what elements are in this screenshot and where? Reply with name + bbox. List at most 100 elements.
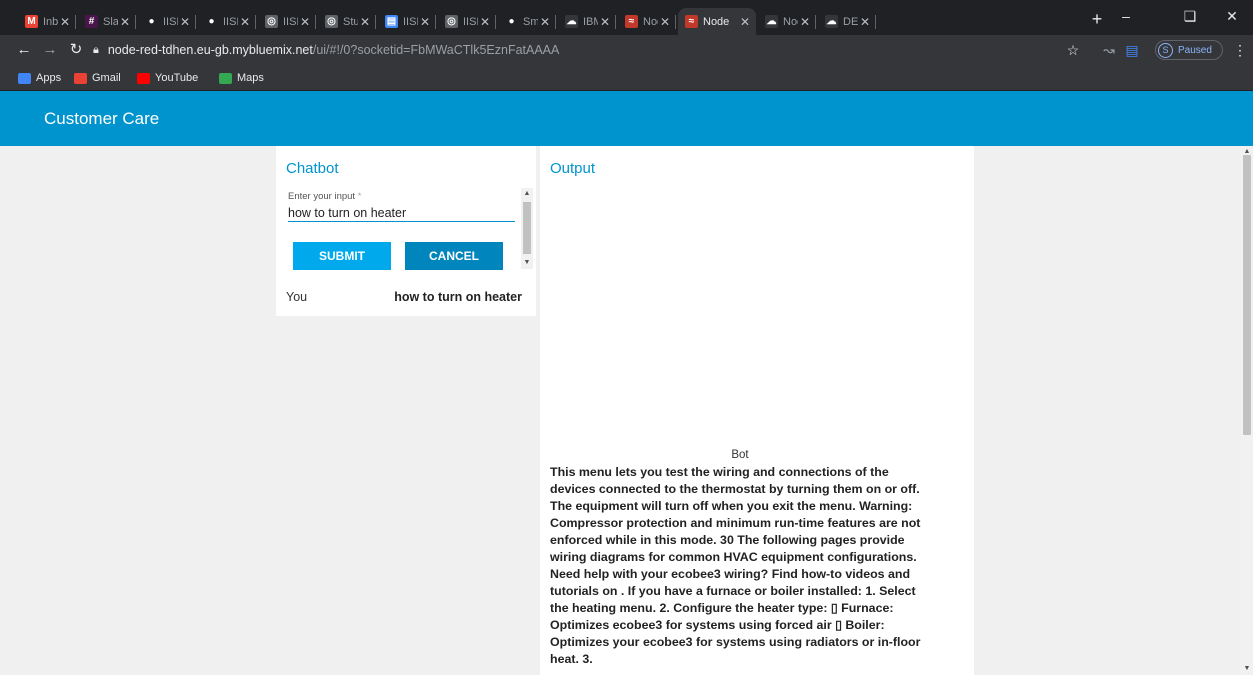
bot-response-text: This menu lets you test the wiring and c…	[550, 465, 921, 666]
tab-close-icon[interactable]: ✕	[238, 15, 252, 29]
browser-tab[interactable]: # Slack✕	[78, 8, 136, 35]
browser-tab[interactable]: ● IISPS✕	[138, 8, 196, 35]
maximize-icon[interactable]: ❏	[1170, 6, 1210, 26]
page-title: Customer Care	[44, 109, 160, 128]
tab-title: DEPL	[843, 15, 858, 28]
cancel-button[interactable]: CANCEL	[405, 242, 503, 270]
tab-title: IISPS	[223, 15, 238, 28]
tab-title: IISPS	[283, 15, 298, 28]
chatbot-card: Chatbot Enter your input * ▲ ▼ SUBMIT CA…	[276, 146, 536, 316]
document-icon: ▤	[385, 15, 398, 28]
browser-tab[interactable]: ☁ Node✕	[758, 8, 816, 35]
tab-close-icon[interactable]: ✕	[298, 15, 312, 29]
tab-title: IISPS	[163, 15, 178, 28]
youtube-icon	[137, 72, 150, 84]
submit-button[interactable]: SUBMIT	[293, 242, 391, 270]
tab-close-icon[interactable]: ✕	[58, 15, 72, 29]
scroll-down-arrow-icon[interactable]: ▼	[521, 257, 533, 269]
page-scrollbar-thumb[interactable]	[1243, 155, 1251, 435]
scroll-up-arrow-icon[interactable]: ▲	[521, 188, 533, 200]
tab-title: Node	[783, 15, 798, 28]
profile-button[interactable]: S Paused	[1155, 40, 1223, 60]
tab-close-icon[interactable]: ✕	[738, 15, 752, 29]
forward-icon[interactable]: →	[40, 40, 60, 60]
browser-tab[interactable]: ☁ DEPL✕	[818, 8, 876, 35]
browser-tab[interactable]: ● Smar✕	[498, 8, 556, 35]
browser-tab[interactable]: ◎ Stude✕	[318, 8, 376, 35]
tab-close-icon[interactable]: ✕	[418, 15, 432, 29]
back-icon[interactable]: ←	[14, 40, 34, 60]
tab-divider	[815, 15, 816, 29]
browser-tab[interactable]: ◎ IISPS✕	[258, 8, 316, 35]
menu-kebab-icon[interactable]: ⋮	[1230, 40, 1250, 60]
node-red-icon: ≈	[685, 15, 698, 28]
extension-icon[interactable]: ↝	[1099, 40, 1119, 60]
tab-close-icon[interactable]: ✕	[178, 15, 192, 29]
tab-divider	[615, 15, 616, 29]
tab-divider	[875, 15, 876, 29]
input-label: Enter your input *	[288, 191, 361, 202]
tab-close-icon[interactable]: ✕	[798, 15, 812, 29]
address-bar[interactable]: 🔒︎ node-red-tdhen.eu-gb.mybluemix.net /u…	[93, 39, 1093, 61]
avatar: S	[1158, 42, 1173, 58]
output-title: Output	[550, 160, 596, 177]
ibm-cloud-icon: ☁	[565, 15, 578, 28]
extension-docs-icon[interactable]: ▤	[1122, 40, 1142, 60]
browser-toolbar: ← → ↻ 🔒︎ node-red-tdhen.eu-gb.mybluemix.…	[0, 35, 1253, 65]
close-window-icon[interactable]: ✕	[1212, 6, 1252, 26]
tab-title: Node	[643, 15, 658, 28]
minimize-icon[interactable]: –	[1106, 6, 1146, 26]
tab-close-icon[interactable]: ✕	[658, 15, 672, 29]
page-scrollbar[interactable]: ▲ ▼	[1241, 146, 1253, 675]
browser-tab[interactable]: ◎ IISPS✕	[438, 8, 496, 35]
required-mark: *	[357, 191, 362, 202]
tab-divider	[315, 15, 316, 29]
tab-title: Stude	[343, 15, 358, 28]
bookmark-apps[interactable]: Apps	[18, 70, 61, 86]
tab-close-icon[interactable]: ✕	[858, 15, 872, 29]
tab-close-icon[interactable]: ✕	[478, 15, 492, 29]
browser-tab[interactable]: ≈Node✕	[618, 8, 676, 35]
browser-tab-strip: + – ❏ ✕ MInbox✕#Slack✕●IISPS✕●IISPS✕◎IIS…	[0, 0, 1253, 35]
browser-tab[interactable]: ≈ Node ✕	[678, 8, 756, 35]
tab-title: IISPS	[403, 15, 418, 28]
globe-icon: ◎	[265, 15, 278, 28]
tab-divider	[75, 15, 76, 29]
chat-input[interactable]	[288, 204, 515, 222]
chat-input-scrollbar[interactable]: ▲ ▼	[521, 188, 533, 269]
bookmark-star-icon[interactable]: ☆	[1063, 40, 1083, 60]
url-host: node-red-tdhen.eu-gb.mybluemix.net	[107, 43, 313, 57]
lock-icon: 🔒︎	[93, 43, 99, 56]
browser-tab[interactable]: ▤ IISPS✕	[378, 8, 436, 35]
tab-title: Inbox	[43, 15, 58, 28]
gmail-icon	[74, 72, 87, 84]
reload-icon[interactable]: ↻	[66, 40, 86, 60]
tab-title: Node	[703, 15, 730, 28]
tab-close-icon[interactable]: ✕	[358, 15, 372, 29]
output-card: Output Bot This menu lets you test the w…	[540, 146, 974, 675]
browser-tab[interactable]: ☁ IBM /✕	[558, 8, 616, 35]
bookmark-label: YouTube	[155, 72, 199, 84]
tab-divider	[435, 15, 436, 29]
bookmark-label: Gmail	[92, 72, 121, 84]
bookmark-maps[interactable]: Maps	[219, 70, 264, 86]
message-text: how to turn on heater	[394, 290, 522, 304]
url-path: /ui/#!/0?socketid=FbMWaCTlk5EznFatAAAA	[312, 43, 560, 57]
tab-close-icon[interactable]: ✕	[598, 15, 612, 29]
github-icon: ●	[505, 15, 518, 28]
tab-close-icon[interactable]: ✕	[538, 15, 552, 29]
scroll-down-arrow-icon[interactable]: ▼	[1241, 663, 1253, 675]
scrollbar-thumb[interactable]	[523, 202, 531, 254]
tab-divider	[135, 15, 136, 29]
globe-icon: ◎	[325, 15, 338, 28]
bookmark-youtube[interactable]: YouTube	[137, 70, 198, 86]
tab-divider	[195, 15, 196, 29]
bookmarks-bar: Apps Gmail YouTube Maps	[0, 65, 1253, 91]
tab-title: IISPS	[463, 15, 478, 28]
browser-tab[interactable]: ● IISPS✕	[198, 8, 256, 35]
tab-divider	[375, 15, 376, 29]
browser-tab[interactable]: M Inbox✕	[18, 8, 76, 35]
maps-pin-icon	[219, 72, 232, 84]
tab-close-icon[interactable]: ✕	[118, 15, 132, 29]
bookmark-gmail[interactable]: Gmail	[74, 70, 121, 86]
